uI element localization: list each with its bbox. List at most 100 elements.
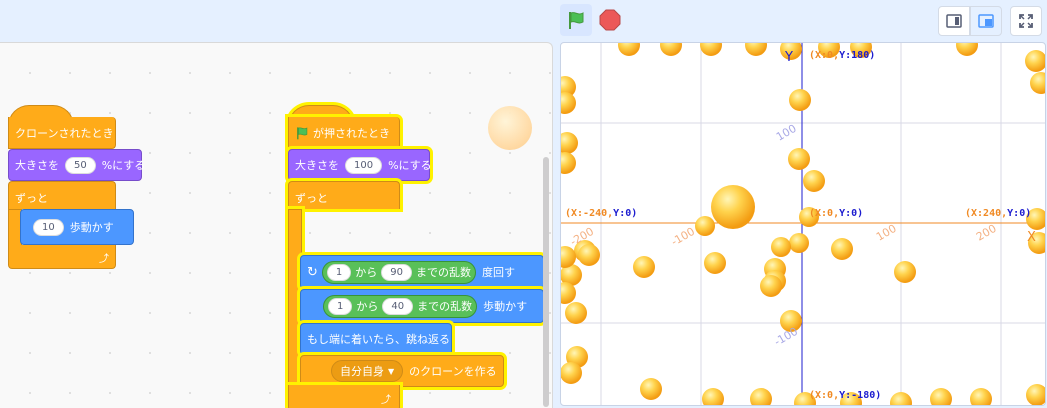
set-size-suffix: %にする <box>101 159 146 172</box>
sprite-clone <box>561 132 578 154</box>
when-cloned-hat-block[interactable]: クローンされたとき <box>8 117 116 149</box>
set-size-prefix: 大きさを <box>295 159 339 172</box>
fullscreen-button[interactable] <box>1010 6 1042 36</box>
loop-arrow-icon: ⤴ <box>381 395 391 406</box>
sprite-thumbnail <box>488 106 532 150</box>
sprite-clone <box>788 148 810 170</box>
move-steps-input[interactable]: 10 <box>33 218 64 236</box>
forever-foot: ⤴ <box>288 385 400 408</box>
set-size-block[interactable]: 大きさを 100 %にする <box>288 149 432 181</box>
turn-degrees-block[interactable]: ↻ 1 から 90 までの乱数 度回す <box>300 255 544 289</box>
sprite-clone <box>789 233 809 253</box>
sprite-clone <box>578 244 600 266</box>
forever-block[interactable]: ずっと <box>8 181 116 209</box>
x-axis-label: X <box>1027 230 1036 245</box>
random-from-input[interactable]: 1 <box>328 297 353 315</box>
forever-label: ずっと <box>295 192 328 205</box>
sprite-clone <box>561 362 582 384</box>
hat-label: が押されたとき <box>313 126 390 140</box>
green-flag-button[interactable] <box>560 4 592 36</box>
sprite-clone <box>789 89 811 111</box>
large-stage-icon <box>978 14 994 28</box>
random-to-input[interactable]: 40 <box>382 297 414 315</box>
forever-label: ずっと <box>15 192 48 205</box>
sprite-clone <box>771 237 791 257</box>
random-label: までの乱数 <box>416 266 472 279</box>
large-stage-button[interactable] <box>970 6 1002 36</box>
move-steps-block[interactable]: 10 歩動かす <box>20 209 134 245</box>
sprite-clone <box>702 388 724 405</box>
hat-label: クローンされたとき <box>15 126 114 140</box>
sprite-clone <box>633 256 655 278</box>
random-label: までの乱数 <box>417 300 473 313</box>
stage[interactable]: 100 200 -100 -200 100 -100 Y X (X:0,Y:18… <box>560 42 1046 406</box>
set-size-block[interactable]: 大きさを 50 %にする <box>8 149 145 181</box>
chevron-down-icon: ▼ <box>388 366 395 376</box>
sprite-clones <box>561 43 1045 405</box>
code-area[interactable]: クローンされたとき 大きさを 50 %にする ずっと 10 歩動かす ⤴ が押さ… <box>0 42 553 408</box>
set-size-prefix: 大きさを <box>15 159 59 172</box>
loop-arrow-icon: ⤴ <box>99 254 109 265</box>
sprite-clone <box>640 378 662 400</box>
sprite-clone <box>956 43 978 56</box>
turn-right-icon: ↻ <box>307 264 318 280</box>
sprite-clone <box>695 216 715 236</box>
sprite-clone <box>894 261 916 283</box>
set-size-suffix: %にする <box>388 159 432 172</box>
sprite-clone <box>618 43 640 56</box>
sprite-clone <box>750 388 772 405</box>
sprite-clone <box>1026 384 1045 405</box>
set-size-input[interactable]: 50 <box>65 156 96 174</box>
sprite-clone <box>930 388 952 405</box>
when-flag-clicked-hat-block[interactable]: が押されたとき <box>288 117 400 149</box>
turn-suffix: 度回す <box>482 266 516 279</box>
sprite-clone <box>831 238 853 260</box>
coord-top: (X:0,Y:180) <box>809 50 875 61</box>
set-size-input[interactable]: 100 <box>345 156 383 174</box>
stop-icon <box>599 9 621 31</box>
move-steps-block[interactable]: 1 から 40 までの乱数 歩動かす <box>300 289 544 323</box>
stop-button[interactable] <box>596 4 624 36</box>
random-kara-label: から <box>355 266 378 279</box>
sprite-clone <box>704 252 726 274</box>
green-flag-icon <box>569 12 584 29</box>
small-stage-button[interactable] <box>938 6 970 36</box>
forever-block[interactable]: ずっと <box>288 181 400 209</box>
move-steps-suffix: 歩動かす <box>69 221 114 234</box>
sprite-clone <box>1025 50 1045 72</box>
coord-left: (X:-240,Y:0) <box>565 208 637 219</box>
coord-center: (X:0,Y:0) <box>809 208 863 219</box>
tick-x-200: 200 <box>974 222 999 244</box>
random-to-input[interactable]: 90 <box>381 263 413 281</box>
create-clone-block[interactable]: 自分自身 ▼ のクローンを作る <box>300 355 504 387</box>
sprite-clone <box>711 185 755 229</box>
pick-random-reporter[interactable]: 1 から 90 までの乱数 <box>321 260 477 284</box>
sprite-clone <box>660 43 682 56</box>
pick-random-reporter[interactable]: 1 から 40 までの乱数 <box>323 294 478 318</box>
clone-target-value: 自分自身 <box>340 365 384 378</box>
sprite-clone <box>745 43 767 56</box>
sprite-clone <box>890 392 912 405</box>
sprite-clone <box>803 170 825 192</box>
tick-y-100: 100 <box>774 122 799 144</box>
code-area-scrollbar[interactable] <box>543 157 549 407</box>
move-steps-suffix: 歩動かす <box>483 300 528 313</box>
sprite-clone <box>565 302 587 324</box>
coord-bottom: (X:0,Y:-180) <box>809 390 881 401</box>
sprite-clone <box>1030 72 1045 94</box>
random-from-input[interactable]: 1 <box>326 263 352 281</box>
sprite-clone <box>970 388 992 405</box>
clone-target-dropdown[interactable]: 自分自身 ▼ <box>331 360 404 382</box>
bounce-block[interactable]: もし端に着いたら、跳ね返る <box>300 323 452 355</box>
y-axis-label: Y <box>784 50 793 65</box>
clone-suffix: のクローンを作る <box>409 365 497 378</box>
sprite-clone <box>561 92 576 114</box>
bounce-label: もし端に着いたら、跳ね返る <box>307 333 450 346</box>
green-flag-icon <box>297 126 308 139</box>
forever-foot: ⤴ <box>8 245 116 269</box>
sprite-clone <box>700 43 722 56</box>
sprite-clone <box>561 152 576 174</box>
random-kara-label: から <box>356 300 379 313</box>
tick-x-100: 100 <box>874 222 899 244</box>
fullscreen-icon <box>1019 14 1033 28</box>
